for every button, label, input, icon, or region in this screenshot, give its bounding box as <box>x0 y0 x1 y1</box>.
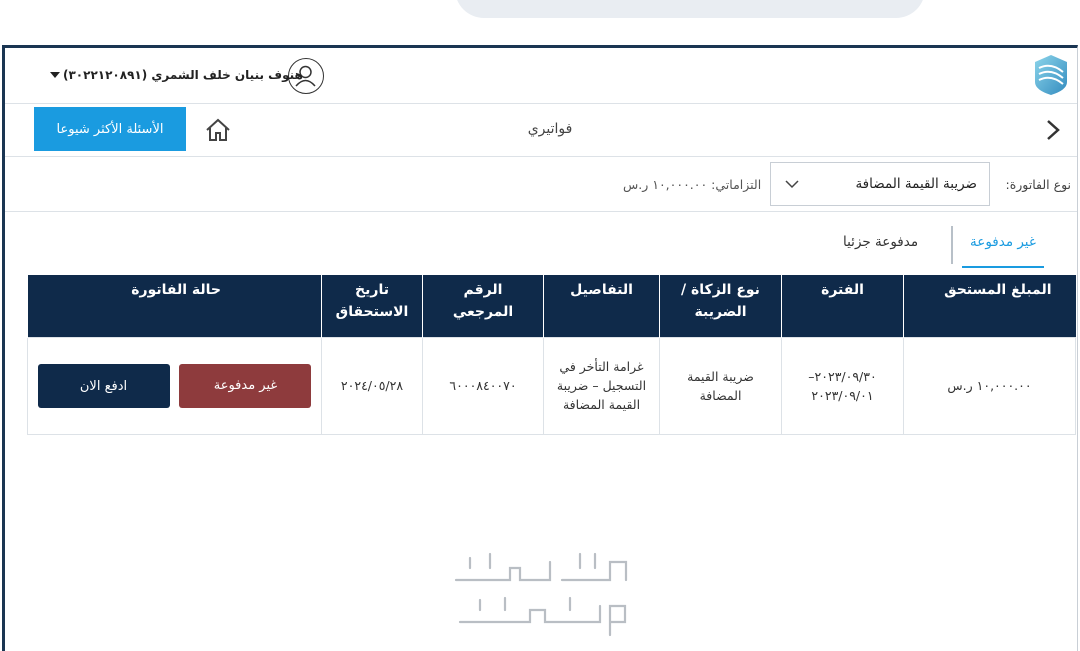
invoice-table: المبلغ المستحق الفترة نوع الزكاة / الضري… <box>27 275 1076 435</box>
user-name[interactable]: هنوف بنيان خلف الشمري (٣٠٢٢١٢٠٨٩١) <box>63 68 303 82</box>
cell-reference: ٦٠٠٠٨٤٠٠٧٠ <box>422 336 544 435</box>
status-badge: غير مدفوعة <box>179 363 312 408</box>
invoice-type-value: ضريبة القيمة المضافة <box>855 176 977 192</box>
tab-divider <box>951 226 953 264</box>
table-header-row: المبلغ المستحق الفترة نوع الزكاة / الضري… <box>27 275 1076 337</box>
header-details: التفاصيل <box>543 275 660 337</box>
cell-details: غرامة التأخر في التسجيل – ضريبة القيمة ا… <box>543 336 660 435</box>
table-row: ١٠,٠٠٠.٠٠ ر.س ٢٠٢٣/٠٩/٣٠– ٢٠٢٣/٠٩/٠١ ضري… <box>27 336 1076 435</box>
header-reference: الرقم المرجعي <box>422 275 544 337</box>
browser-top-strip <box>0 0 1080 45</box>
watermark-logo <box>454 552 628 637</box>
home-icon[interactable] <box>205 118 231 142</box>
dropdown-caret-icon[interactable] <box>50 72 60 78</box>
header-due-date: تاريخ الاستحقاق <box>321 275 423 337</box>
chevron-down-icon <box>785 180 799 189</box>
pay-now-button[interactable]: ادفع الان <box>37 363 170 408</box>
breadcrumb-bar: الأسئلة الأكثر شيوعا فواتيري <box>5 104 1077 157</box>
header-amount: المبلغ المستحق <box>903 275 1076 337</box>
header-status: حالة الفاتورة <box>27 275 322 337</box>
app-header: هنوف بنيان خلف الشمري (٣٠٢٢١٢٠٨٩١) <box>5 48 1077 104</box>
invoice-type-label: نوع الفاتورة: <box>1005 177 1071 192</box>
header-period: الفترة <box>781 275 904 337</box>
commitment-total: التزاماتي: ١٠,٠٠٠.٠٠ ر.س <box>623 177 762 192</box>
cell-status: غير مدفوعة ادفع الان <box>27 336 322 435</box>
page-title: فواتيري <box>527 121 573 137</box>
cell-due-date: ٢٠٢٤/٠٥/٢٨ <box>321 336 423 435</box>
cell-type: ضريبة القيمة المضافة <box>659 336 782 435</box>
logo-icon <box>1035 55 1067 95</box>
filter-bar: نوع الفاتورة: ضريبة القيمة المضافة التزا… <box>5 157 1077 212</box>
cell-period: ٢٠٢٣/٠٩/٣٠– ٢٠٢٣/٠٩/٠١ <box>781 336 904 435</box>
tab-partially-paid[interactable]: مدفوعة جزئيا <box>843 234 918 250</box>
top-search-pill <box>455 0 925 18</box>
tab-unpaid[interactable]: غير مدفوعة <box>962 230 1044 268</box>
invoice-type-select[interactable]: ضريبة القيمة المضافة <box>770 162 990 206</box>
faq-button[interactable]: الأسئلة الأكثر شيوعا <box>34 107 186 151</box>
status-tabs: غير مدفوعة مدفوعة جزئيا <box>5 212 1077 275</box>
header-type: نوع الزكاة / الضريبة <box>659 275 782 337</box>
cell-amount: ١٠,٠٠٠.٠٠ ر.س <box>903 336 1076 435</box>
chevron-right-icon[interactable] <box>1045 118 1061 142</box>
